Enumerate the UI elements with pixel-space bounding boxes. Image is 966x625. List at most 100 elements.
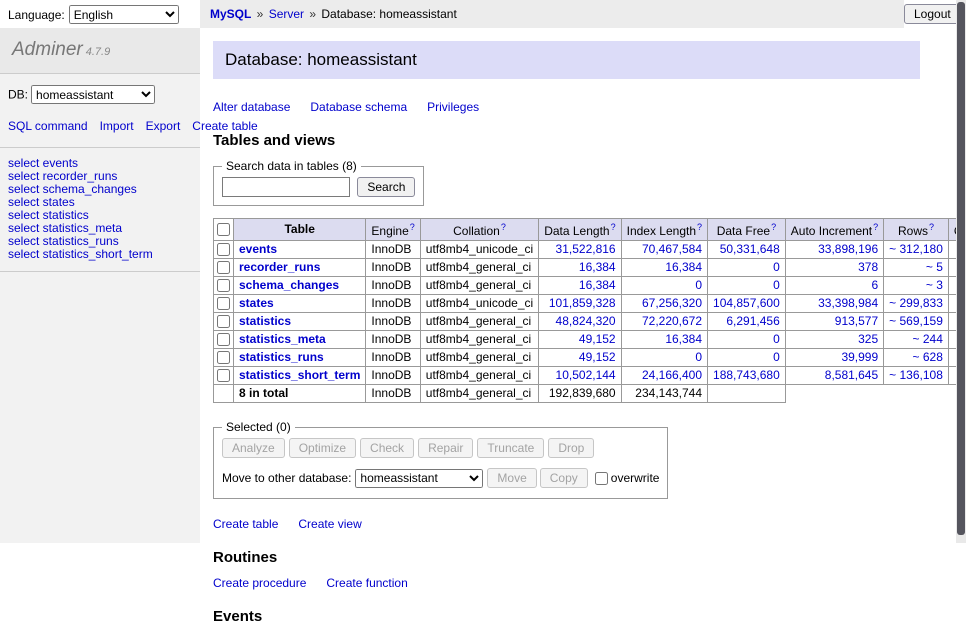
table-link-statistics-meta[interactable]: statistics_meta	[239, 332, 326, 346]
link-create-function[interactable]: Create function	[326, 576, 407, 590]
row-checkbox[interactable]	[217, 261, 230, 274]
link-create-view[interactable]: Create view	[298, 517, 361, 531]
column-header-index-length[interactable]: Index Length?	[621, 219, 707, 241]
cell-data_length: 49,152	[539, 331, 621, 349]
drop-button[interactable]: Drop	[548, 438, 594, 458]
sidebar-action-links: SQL commandImportExportCreate table	[0, 108, 200, 148]
link-create-table[interactable]: Create table	[213, 517, 278, 531]
column-header-data-length[interactable]: Data Length?	[539, 219, 621, 241]
column-header-engine[interactable]: Engine?	[366, 219, 420, 241]
row-checkbox[interactable]	[217, 333, 230, 346]
column-header-data-free[interactable]: Data Free?	[708, 219, 786, 241]
rows-count-link[interactable]: ~ 628	[913, 350, 943, 364]
column-header-table[interactable]: Table	[234, 219, 366, 241]
nav-link-privileges[interactable]: Privileges	[427, 100, 479, 114]
cell-rows: ~ 628	[884, 349, 949, 367]
overwrite-checkbox[interactable]	[595, 472, 608, 485]
cell-collation: utf8mb4_unicode_ci	[420, 295, 538, 313]
row-checkbox[interactable]	[217, 297, 230, 310]
truncate-button[interactable]: Truncate	[477, 438, 544, 458]
row-checkbox[interactable]	[217, 315, 230, 328]
cell-collation: utf8mb4_general_ci	[420, 349, 538, 367]
cell-index_length: 0	[621, 349, 707, 367]
search-button[interactable]: Search	[357, 177, 415, 197]
scrollbar-thumb[interactable]	[957, 2, 965, 535]
cell-index_length: 72,220,672	[621, 313, 707, 331]
cell-engine: InnoDB	[366, 331, 420, 349]
cell-data_free: 188,743,680	[708, 367, 786, 385]
tables-header-row: Table Engine?Collation?Data Length?Index …	[214, 219, 966, 241]
rows-count-link[interactable]: ~ 136,108	[889, 368, 943, 382]
analyze-button[interactable]: Analyze	[222, 438, 285, 458]
sidebar-select-statistics-short-term[interactable]: select statistics_short_term	[8, 248, 192, 261]
move-button[interactable]: Move	[487, 468, 536, 488]
sidebar-link-import[interactable]: Import	[100, 119, 134, 133]
optimize-button[interactable]: Optimize	[289, 438, 356, 458]
search-input[interactable]	[222, 177, 350, 197]
sidebar-menu: Adminer4.7.9 DB:homeassistant SQL comman…	[0, 28, 200, 543]
help-link[interactable]: ?	[697, 222, 702, 232]
column-label: Data Free	[717, 224, 770, 238]
language-label: Language:	[8, 8, 65, 22]
checkbox-cell	[214, 367, 234, 385]
cell-collation: utf8mb4_general_ci	[420, 313, 538, 331]
cell-engine: InnoDB	[366, 367, 420, 385]
nav-link-database-schema[interactable]: Database schema	[310, 100, 407, 114]
rows-count-link[interactable]: ~ 569,159	[889, 314, 943, 328]
table-link-statistics-runs[interactable]: statistics_runs	[239, 350, 324, 364]
sidebar-link-export[interactable]: Export	[146, 119, 181, 133]
cell-engine: InnoDB	[366, 241, 420, 259]
cell-auto_increment: 913,577	[785, 313, 883, 331]
top-strip: MySQL » Server » Database: homeassistant…	[200, 0, 966, 28]
row-checkbox[interactable]	[217, 243, 230, 256]
help-link[interactable]: ?	[771, 222, 776, 232]
table-link-statistics[interactable]: statistics	[239, 314, 291, 328]
copy-button[interactable]: Copy	[540, 468, 588, 488]
link-create-procedure[interactable]: Create procedure	[213, 576, 306, 590]
column-header-rows[interactable]: Rows?	[884, 219, 949, 241]
column-header-auto-increment[interactable]: Auto Increment?	[785, 219, 883, 241]
column-header-collation[interactable]: Collation?	[420, 219, 538, 241]
help-link[interactable]: ?	[410, 222, 415, 232]
table-link-schema-changes[interactable]: schema_changes	[239, 278, 339, 292]
breadcrumb-item-server[interactable]: Server	[269, 7, 304, 21]
total-cell: 234,143,744	[621, 385, 707, 403]
check-button[interactable]: Check	[360, 438, 414, 458]
sidebar-link-create-table[interactable]: Create table	[192, 119, 257, 133]
table-link-states[interactable]: states	[239, 296, 274, 310]
cell-data_length: 16,384	[539, 277, 621, 295]
sidebar-link-sql-command[interactable]: SQL command	[8, 119, 88, 133]
page-title: Database: homeassistant	[213, 41, 920, 79]
cell-data_free: 50,331,648	[708, 241, 786, 259]
select-all-checkbox[interactable]	[217, 223, 230, 236]
table-link-recorder-runs[interactable]: recorder_runs	[239, 260, 320, 274]
column-label: Table	[284, 222, 314, 236]
vertical-scrollbar[interactable]	[956, 0, 966, 543]
rows-count-link[interactable]: ~ 312,180	[889, 242, 943, 256]
rows-count-link[interactable]: ~ 244	[913, 332, 943, 346]
cell-engine: InnoDB	[366, 349, 420, 367]
selected-buttons: AnalyzeOptimizeCheckRepairTruncateDrop	[222, 438, 659, 458]
db-select[interactable]: homeassistant	[31, 85, 155, 104]
language-select[interactable]: English	[69, 5, 179, 24]
repair-button[interactable]: Repair	[418, 438, 473, 458]
rows-count-link[interactable]: ~ 3	[926, 278, 943, 292]
checkbox-cell	[214, 331, 234, 349]
nav-link-alter-database[interactable]: Alter database	[213, 100, 290, 114]
help-link[interactable]: ?	[611, 222, 616, 232]
breadcrumb-item-mysql[interactable]: MySQL	[210, 7, 251, 21]
cell-data_length: 49,152	[539, 349, 621, 367]
move-db-select[interactable]: homeassistant	[355, 469, 483, 488]
row-checkbox[interactable]	[217, 279, 230, 292]
help-link[interactable]: ?	[873, 222, 878, 232]
help-link[interactable]: ?	[929, 222, 934, 232]
logout-button[interactable]: Logout	[904, 4, 961, 24]
rows-count-link[interactable]: ~ 5	[926, 260, 943, 274]
content: MySQL » Server » Database: homeassistant…	[200, 0, 966, 625]
rows-count-link[interactable]: ~ 299,833	[889, 296, 943, 310]
table-link-events[interactable]: events	[239, 242, 277, 256]
help-link[interactable]: ?	[501, 222, 506, 232]
table-link-statistics-short-term[interactable]: statistics_short_term	[239, 368, 360, 382]
row-checkbox[interactable]	[217, 369, 230, 382]
row-checkbox[interactable]	[217, 351, 230, 364]
